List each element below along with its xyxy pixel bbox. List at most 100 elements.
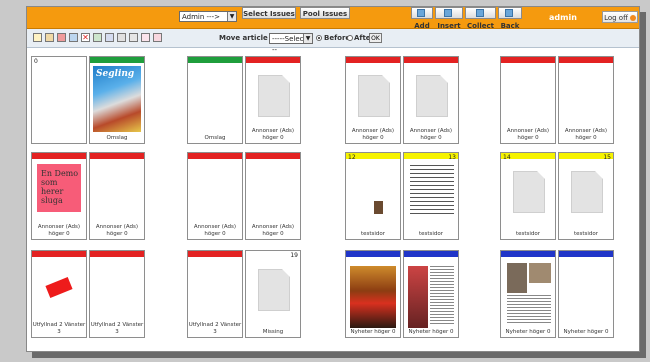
document-placeholder-icon <box>258 75 290 117</box>
page-thumbnail[interactable]: Nyheter höger 0 <box>403 250 459 338</box>
logoff-icon <box>629 15 636 21</box>
chevron-down-icon: ▼ <box>227 12 236 21</box>
admin-select[interactable]: Admin ---> ▼ <box>179 11 237 22</box>
page-label: Annonser (Ads) höger 0 <box>37 224 81 237</box>
page-label: Annonser (Ads) höger 0 <box>95 224 139 237</box>
page-label: Nyheter höger 0 <box>350 328 396 335</box>
add-button[interactable]: Add <box>411 7 433 30</box>
text-column <box>507 295 551 325</box>
page-thumbnail[interactable]: Utfyllnad 2 Vänster 3 <box>89 250 145 338</box>
photo-thumbnail <box>374 201 383 214</box>
select-issues-button[interactable]: Select Issues <box>242 7 296 19</box>
page-color-bar <box>246 57 300 63</box>
move-target-select[interactable]: -----Select---- ▼ <box>269 33 313 54</box>
arrow-left-icon[interactable] <box>141 33 150 42</box>
page-label: Nyheter höger 0 <box>408 328 454 335</box>
logoff-button[interactable]: Log off <box>602 11 638 23</box>
back-button[interactable]: Back <box>498 7 522 30</box>
magazine-cover-image: Segling <box>93 66 141 132</box>
page-color-bar <box>559 57 613 63</box>
page-label: Nyheter höger 0 <box>505 328 551 335</box>
page-number: 0 <box>34 58 38 65</box>
page-thumbnail[interactable]: 13 testsidor <box>403 152 459 240</box>
page-label: Utfyllnad 2 Vänster 3 <box>188 322 242 335</box>
page-label: Annonser (Ads) höger 0 <box>506 128 550 141</box>
page-thumbnail[interactable]: 15 testsidor <box>558 152 614 240</box>
page-color-bar <box>90 251 144 257</box>
close-icon[interactable]: ✕ <box>81 33 90 42</box>
page-thumbnail[interactable]: Utfyllnad 2 Vänster 3 <box>31 250 87 338</box>
stamp-icon[interactable] <box>45 33 54 42</box>
delete-page-icon[interactable] <box>57 33 66 42</box>
page-thumbnail[interactable]: Annonser (Ads) höger 0 <box>245 152 301 240</box>
page-thumbnail[interactable]: En Demo som herer sluga Annonser (Ads) hö… <box>31 152 87 240</box>
insert-button[interactable]: Insert <box>435 7 463 30</box>
page-thumbnail[interactable]: Annonser (Ads) höger 0 <box>500 56 556 144</box>
top-bar: Admin ---> ▼ Select Issues Pool Issues A… <box>27 7 639 30</box>
page-label: Annonser (Ads) höger 0 <box>409 128 453 141</box>
page-thumbnail[interactable]: Annonser (Ads) höger 0 <box>558 56 614 144</box>
page-thumbnail[interactable]: 14 testsidor <box>500 152 556 240</box>
page-thumbnail[interactable]: Utfyllnad 2 Vänster 3 <box>187 250 243 338</box>
page-label: testsidor <box>573 230 599 237</box>
text-column <box>430 266 454 326</box>
news-photo <box>408 266 428 328</box>
pool-issues-button[interactable]: Pool Issues <box>300 7 350 19</box>
page-thumbnail[interactable]: Omslag <box>187 56 243 144</box>
page-number: 15 <box>603 154 611 161</box>
page-label: Utfyllnad 2 Vänster 3 <box>90 322 144 335</box>
page-thumbnail[interactable]: Annonser (Ads) höger 0 <box>345 56 401 144</box>
before-radio[interactable] <box>316 35 322 41</box>
page-thumbnail[interactable]: Nyheter höger 0 <box>558 250 614 338</box>
document-placeholder-icon <box>358 75 390 117</box>
after-radio[interactable] <box>347 35 353 41</box>
document-placeholder-icon <box>258 269 290 311</box>
page-color-bar <box>188 57 242 63</box>
collect-button[interactable]: Collect <box>465 7 496 30</box>
ok-button[interactable]: OK <box>369 33 382 43</box>
ad-shape <box>45 276 73 299</box>
page-thumbnail[interactable]: 19 Missing <box>245 250 301 338</box>
page-thumbnail[interactable]: Segling Omslag <box>89 56 145 144</box>
save-icon[interactable] <box>93 33 102 42</box>
page-label: testsidor <box>418 230 444 237</box>
arrow-right-icon[interactable] <box>153 33 162 42</box>
view-icon[interactable] <box>105 33 114 42</box>
page-color-bar <box>90 153 144 159</box>
news-photo <box>507 263 527 293</box>
document-placeholder-icon <box>513 171 545 213</box>
user-name: admin <box>549 13 577 22</box>
copy-icon[interactable] <box>69 33 78 42</box>
page-thumbnail[interactable]: Annonser (Ads) höger 0 <box>403 56 459 144</box>
page-thumbnail[interactable]: Annonser (Ads) höger 0 <box>245 56 301 144</box>
page-thumbnail[interactable]: 0 <box>31 56 87 144</box>
admin-select-value: Admin ---> <box>182 13 220 21</box>
page-thumbnail[interactable]: Annonser (Ads) höger 0 <box>187 152 243 240</box>
page-color-bar <box>32 153 86 159</box>
page-toolbar: ✕ Move article to -----Select---- ▼ Befo… <box>27 29 639 54</box>
page-color-bar <box>32 251 86 257</box>
layout-icon[interactable] <box>117 33 126 42</box>
logoff-label: Log off <box>604 14 628 22</box>
page-label: testsidor <box>360 230 386 237</box>
page-thumbnail[interactable]: 12 testsidor <box>345 152 401 240</box>
chevron-down-icon: ▼ <box>303 34 312 43</box>
page-thumbnail[interactable]: Annonser (Ads) höger 0 <box>89 152 145 240</box>
page-color-bar <box>559 251 613 257</box>
page-label: Annonser (Ads) höger 0 <box>193 224 237 237</box>
ad-text: En Demo som herer sluga <box>41 169 79 205</box>
page-label: Annonser (Ads) höger 0 <box>251 224 295 237</box>
page-color-bar <box>188 153 242 159</box>
page-label: Missing <box>262 328 284 335</box>
back-icon <box>505 9 513 17</box>
ad-image: En Demo som herer sluga <box>37 164 81 212</box>
page-label: Annonser (Ads) höger 0 <box>564 128 608 141</box>
grid-icon[interactable] <box>129 33 138 42</box>
insert-icon <box>444 9 452 17</box>
add-icon <box>417 9 425 17</box>
page-thumbnail[interactable]: Nyheter höger 0 <box>345 250 401 338</box>
page-number: 13 <box>448 154 456 161</box>
page-thumbnail[interactable]: Nyheter höger 0 <box>500 250 556 338</box>
page-color-bar <box>404 57 458 63</box>
edit-icon[interactable] <box>33 33 42 42</box>
